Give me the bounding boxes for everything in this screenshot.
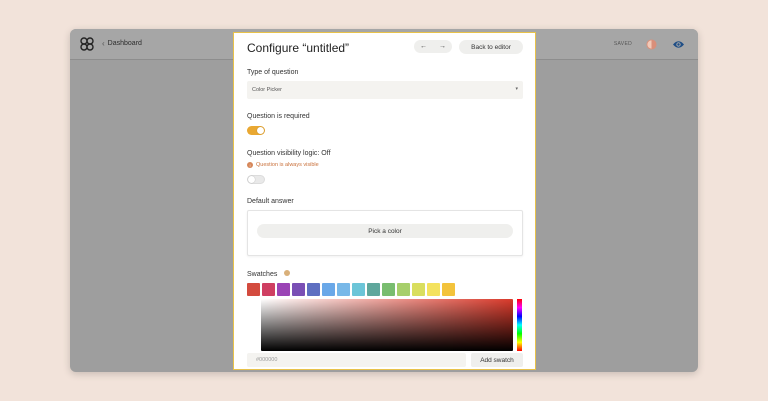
color-swatch[interactable] bbox=[367, 283, 380, 296]
color-swatch[interactable] bbox=[442, 283, 455, 296]
color-swatch[interactable] bbox=[277, 283, 290, 296]
visibility-toggle[interactable] bbox=[247, 175, 265, 184]
eye-icon[interactable] bbox=[672, 39, 685, 50]
dashboard-link[interactable]: ‹ Dashboard bbox=[102, 39, 142, 48]
pick-color-button[interactable]: Pick a color bbox=[257, 224, 513, 238]
color-swatch[interactable] bbox=[322, 283, 335, 296]
color-swatch[interactable] bbox=[352, 283, 365, 296]
color-swatch[interactable] bbox=[292, 283, 305, 296]
question-type-label: Type of question bbox=[247, 69, 299, 76]
required-toggle[interactable] bbox=[247, 126, 265, 135]
add-swatch-button[interactable]: Add swatch bbox=[471, 353, 523, 367]
hex-input[interactable]: #000000 bbox=[247, 353, 466, 367]
color-swatch[interactable] bbox=[247, 283, 260, 296]
saved-status: SAVED bbox=[613, 41, 632, 47]
color-swatch[interactable] bbox=[337, 283, 350, 296]
dashboard-link-label: Dashboard bbox=[107, 40, 142, 47]
color-swatch[interactable] bbox=[262, 283, 275, 296]
saturation-picker[interactable] bbox=[261, 299, 513, 351]
info-icon[interactable] bbox=[284, 270, 290, 276]
next-question-icon[interactable]: → bbox=[439, 43, 446, 50]
toggle-knob bbox=[257, 127, 264, 134]
toggle-knob bbox=[248, 176, 255, 183]
swatches-label: Swatches bbox=[247, 271, 278, 278]
back-to-editor-button[interactable]: Back to editor bbox=[459, 40, 523, 54]
hex-input-placeholder: #000000 bbox=[256, 357, 278, 363]
color-swatch[interactable] bbox=[382, 283, 395, 296]
color-swatch[interactable] bbox=[427, 283, 440, 296]
modal-title: Configure “untitled” bbox=[247, 41, 350, 55]
default-answer-label: Default answer bbox=[247, 198, 294, 205]
warning-icon: ! bbox=[247, 162, 253, 168]
logo-icon[interactable] bbox=[79, 36, 95, 52]
contrast-icon[interactable] bbox=[646, 39, 657, 50]
color-swatch[interactable] bbox=[397, 283, 410, 296]
required-label: Question is required bbox=[247, 113, 310, 120]
chevron-left-icon: ‹ bbox=[102, 39, 105, 48]
question-type-value: Color Picker bbox=[252, 87, 282, 93]
hue-slider[interactable] bbox=[517, 299, 522, 351]
swatch-row bbox=[247, 283, 455, 296]
caret-down-icon: ▾ bbox=[515, 86, 518, 92]
question-type-select[interactable]: Color Picker ▾ bbox=[247, 81, 523, 99]
visibility-label: Question visibility logic: Off bbox=[247, 150, 331, 157]
previous-question-icon[interactable]: ← bbox=[420, 43, 427, 50]
color-swatch[interactable] bbox=[307, 283, 320, 296]
visibility-warning: ! Question is always visible bbox=[247, 162, 319, 168]
color-swatch[interactable] bbox=[412, 283, 425, 296]
question-nav: ← → bbox=[414, 40, 452, 53]
visibility-warning-text: Question is always visible bbox=[256, 162, 319, 168]
configure-modal: Configure “untitled” ← → Back to editor … bbox=[233, 32, 536, 370]
default-answer-box: Pick a color bbox=[247, 210, 523, 256]
